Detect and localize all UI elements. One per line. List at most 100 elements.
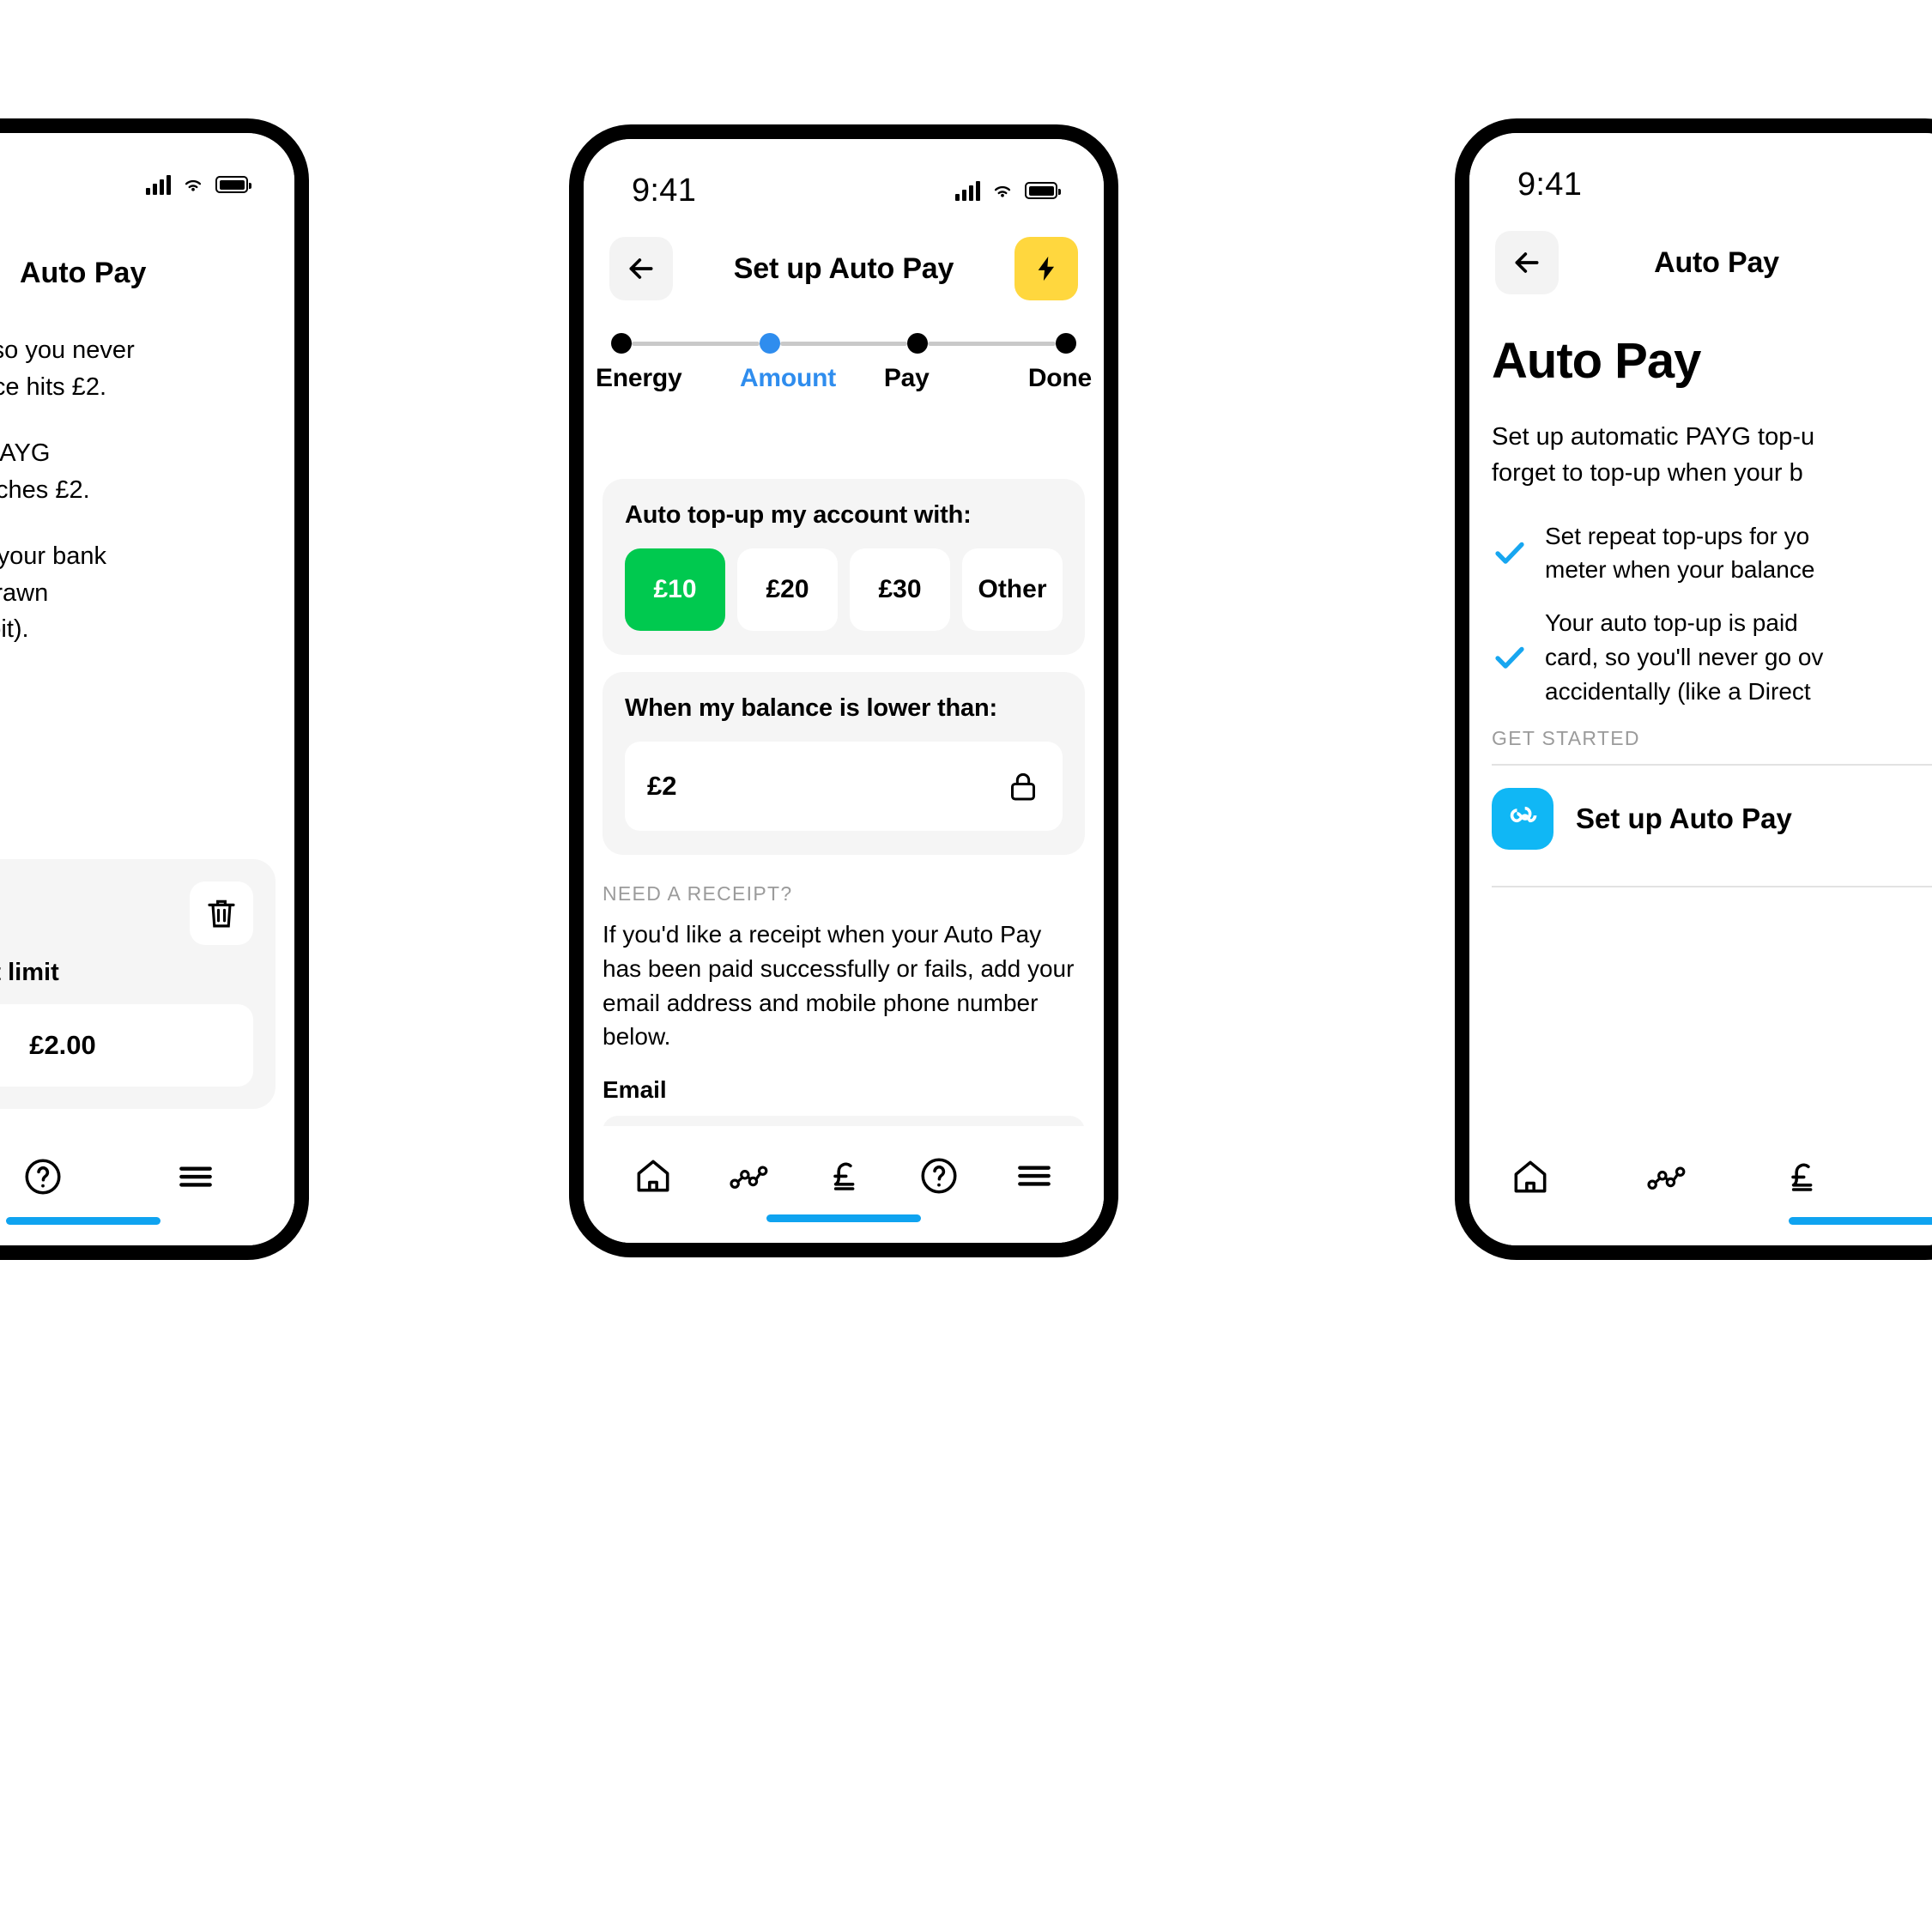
tab-home[interactable] bbox=[606, 1154, 701, 1197]
amount-options: £10 £20 £30 Other bbox=[625, 548, 1063, 631]
menu-icon bbox=[179, 1166, 212, 1187]
credit-limit-card: Credit limit £2.00 bbox=[0, 859, 276, 1109]
stepper-labels: Energy Amount Pay Done bbox=[596, 364, 1092, 393]
usage-chart-icon bbox=[730, 1166, 768, 1189]
check-icon bbox=[1495, 542, 1524, 565]
setup-auto-pay-row[interactable]: Set up Auto Pay bbox=[1492, 766, 1932, 872]
card-actions bbox=[0, 881, 253, 945]
tab-bar-left bbox=[0, 1129, 294, 1245]
heading: Auto Pay bbox=[1492, 333, 1701, 389]
step-segment-3 bbox=[928, 341, 1057, 346]
threshold-card: When my balance is lower than: £2 bbox=[603, 672, 1085, 855]
phone-left-screen: Auto Pay c PAYG top-ups so you never whe… bbox=[0, 133, 294, 1245]
status-bar-center: 9:41 bbox=[584, 139, 1104, 218]
back-button[interactable] bbox=[609, 237, 673, 300]
screenshot-canvas: Auto Pay c PAYG top-ups so you never whe… bbox=[0, 0, 1932, 1932]
page-title: Auto Pay bbox=[1654, 245, 1779, 279]
stepper-track bbox=[596, 333, 1092, 354]
tab-menu[interactable] bbox=[174, 1155, 217, 1202]
menu-icon bbox=[1017, 1166, 1051, 1186]
question-circle-icon bbox=[921, 1158, 957, 1194]
step-dot-energy[interactable] bbox=[611, 333, 632, 354]
tab-home[interactable] bbox=[1509, 1155, 1552, 1202]
battery-icon bbox=[215, 176, 251, 193]
get-started-label: GET STARTED bbox=[1492, 727, 1640, 750]
nav-bar-center: Set up Auto Pay bbox=[584, 218, 1104, 319]
check-icon bbox=[1495, 646, 1524, 669]
home-indicator-center bbox=[766, 1214, 921, 1222]
step-dot-amount[interactable] bbox=[759, 333, 780, 354]
setup-auto-pay-label: Set up Auto Pay bbox=[1576, 802, 1792, 835]
pound-icon bbox=[833, 1162, 855, 1190]
signal-bars-icon bbox=[146, 174, 171, 195]
credit-limit-values: £2.00 bbox=[0, 1004, 253, 1087]
status-clock: 9:41 bbox=[632, 172, 697, 209]
infinity-icon-badge bbox=[1492, 788, 1553, 851]
step-label-energy: Energy bbox=[596, 364, 682, 392]
home-indicator-right bbox=[1789, 1217, 1932, 1225]
step-dot-done[interactable] bbox=[1056, 333, 1077, 354]
infinity-icon bbox=[1510, 807, 1537, 823]
phone-mockup-left: Auto Pay c PAYG top-ups so you never whe… bbox=[0, 118, 309, 1260]
tab-help[interactable] bbox=[21, 1155, 64, 1202]
home-icon bbox=[1514, 1160, 1547, 1192]
pound-icon bbox=[1791, 1163, 1813, 1191]
battery-icon bbox=[1025, 182, 1061, 199]
back-arrow-icon bbox=[1515, 252, 1539, 273]
benefit-text: Set repeat top-ups for yo meter when you… bbox=[1545, 522, 1815, 584]
home-indicator-left bbox=[6, 1217, 160, 1225]
back-button[interactable] bbox=[1495, 231, 1559, 294]
status-clock: 9:41 bbox=[1517, 166, 1583, 203]
home-icon bbox=[637, 1160, 669, 1192]
benefit-text: Your auto top-up is paid card, so you'll… bbox=[1545, 609, 1824, 705]
lock-icon bbox=[1011, 772, 1035, 801]
nav-title-left: Auto Pay bbox=[20, 256, 147, 289]
step-label-done: Done bbox=[1027, 364, 1093, 392]
tab-help[interactable] bbox=[891, 1154, 986, 1197]
amount-option-10[interactable]: £10 bbox=[625, 548, 725, 631]
receipt-body: If you'd like a receipt when your Auto P… bbox=[603, 921, 1075, 1051]
threshold-value: £2 bbox=[647, 771, 677, 801]
question-circle-icon bbox=[25, 1158, 61, 1195]
phone-center-screen: 9:41 Set up Auto Pay Energy Amount Pay D… bbox=[584, 139, 1104, 1243]
signal-bars-icon bbox=[955, 180, 980, 201]
step-segment-2 bbox=[779, 341, 908, 346]
step-dot-pay[interactable] bbox=[907, 333, 929, 354]
progress-stepper: Energy Amount Pay Done bbox=[584, 333, 1104, 393]
tab-bar-center bbox=[584, 1126, 1104, 1243]
tab-pound[interactable] bbox=[1780, 1155, 1823, 1202]
page-title-left: Auto Pay bbox=[0, 234, 294, 312]
tab-menu[interactable] bbox=[986, 1154, 1081, 1197]
threshold-field[interactable]: £2 bbox=[625, 742, 1063, 831]
tab-pound[interactable] bbox=[796, 1154, 892, 1197]
credit-limit-value[interactable]: £2.00 bbox=[0, 1004, 253, 1087]
tab-usage[interactable] bbox=[701, 1154, 796, 1197]
credit-limit-label: Credit limit bbox=[0, 959, 59, 986]
phone-mockup-center: 9:41 Set up Auto Pay Energy Amount Pay D… bbox=[569, 124, 1118, 1257]
amount-option-20[interactable]: £20 bbox=[737, 548, 838, 631]
email-label: Email bbox=[603, 1076, 667, 1103]
trash-icon bbox=[208, 899, 235, 928]
nav-bar-right: Auto Pay bbox=[1469, 212, 1932, 313]
boost-button[interactable] bbox=[1014, 237, 1078, 300]
step-segment-1 bbox=[632, 341, 760, 346]
email-input[interactable]: sam@example.com bbox=[603, 1116, 1085, 1126]
receipt-eyebrow: NEED A RECEIPT? bbox=[603, 882, 793, 905]
left-body: c PAYG top-ups so you never when your ba… bbox=[0, 332, 294, 648]
receipt-section: NEED A RECEIPT? If you'd like a receipt … bbox=[584, 872, 1104, 1126]
delete-button[interactable] bbox=[190, 881, 253, 945]
status-icons bbox=[955, 179, 1061, 203]
tab-bar-right bbox=[1469, 1129, 1932, 1245]
status-bar-left bbox=[0, 133, 294, 212]
amount-option-30[interactable]: £30 bbox=[850, 548, 950, 631]
lead-paragraph: Set up automatic PAYG top-u forget to to… bbox=[1492, 423, 1815, 488]
back-arrow-icon bbox=[629, 258, 653, 279]
tab-usage[interactable] bbox=[1644, 1155, 1687, 1202]
wifi-icon bbox=[185, 179, 202, 191]
step-label-amount: Amount bbox=[739, 364, 837, 392]
phone-right-screen: 9:41 Auto Pay Auto Pay Set up automatic … bbox=[1469, 133, 1932, 1245]
amount-option-other[interactable]: Other bbox=[962, 548, 1063, 631]
page-title: Set up Auto Pay bbox=[733, 251, 954, 285]
left-paragraph-2: op-ups for your PAYG your balance reache… bbox=[0, 439, 90, 504]
status-icons bbox=[146, 173, 251, 197]
